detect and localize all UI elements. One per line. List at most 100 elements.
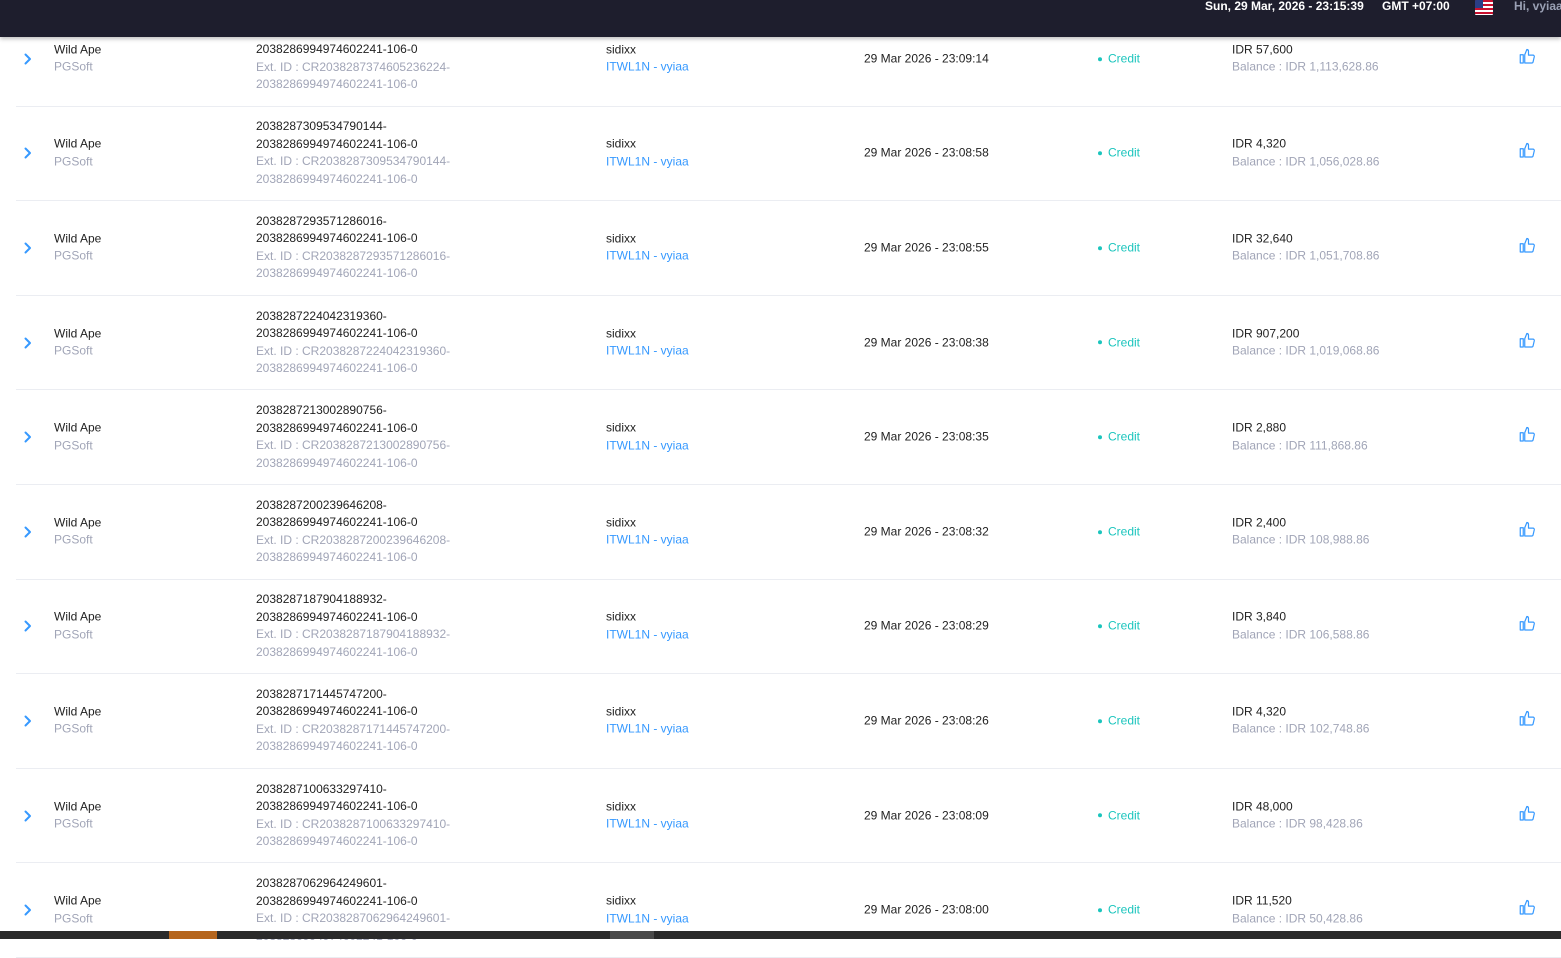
amount-cell: IDR 48,000 Balance : IDR 98,428.86: [1232, 798, 1363, 833]
balance: Balance : IDR 1,056,028.86: [1232, 154, 1380, 169]
user-cell: sidixx ITWL1N - vyiaa: [606, 325, 689, 360]
transaction-type: Credit: [1108, 240, 1141, 255]
chevron-right-icon[interactable]: [23, 241, 33, 255]
transaction-id-cell: 2038287200239646208- 2038286994974602241-…: [256, 497, 576, 567]
transaction-id-line2: 2038286994974602241-106-0: [256, 799, 418, 814]
agent-link[interactable]: ITWL1N - vyiaa: [606, 910, 689, 928]
status-dot: [1098, 151, 1102, 156]
transaction-type: Credit: [1108, 807, 1141, 822]
amount: IDR 4,320: [1232, 136, 1287, 151]
chevron-right-icon[interactable]: [23, 336, 33, 350]
external-id-line1: Ext. ID : CR2038287200239646208-: [256, 532, 451, 547]
external-id-line2: 2038286994974602241-106-0: [256, 644, 418, 659]
transaction-id-line1: 2038287309534790144-: [256, 119, 387, 134]
game-cell: Wild Ape PGSoft: [54, 325, 101, 360]
amount: IDR 2,880: [1232, 420, 1287, 435]
agent-link[interactable]: ITWL1N - vyiaa: [606, 248, 689, 266]
transaction-type-cell: Credit: [1098, 428, 1140, 446]
balance: Balance : IDR 1,113,628.86: [1232, 59, 1379, 74]
transaction-type: Credit: [1108, 334, 1141, 349]
provider-name: PGSoft: [54, 816, 93, 831]
agent-link[interactable]: ITWL1N - vyiaa: [606, 532, 689, 550]
chevron-right-icon[interactable]: [23, 714, 33, 728]
chevron-right-icon[interactable]: [23, 809, 33, 823]
user-cell: sidixx ITWL1N - vyiaa: [606, 798, 689, 833]
current-datetime: Sun, 29 Mar, 2026 - 23:15:39: [1205, 0, 1364, 13]
agent-link[interactable]: ITWL1N - vyiaa: [606, 721, 689, 739]
table-row: Wild Ape PGSoft 2038287200239646208- 203828…: [16, 485, 1561, 580]
username: sidixx: [606, 326, 637, 341]
transaction-id-line2: 2038286994974602241-106-0: [256, 420, 418, 435]
status-dot: [1098, 624, 1102, 629]
balance: Balance : IDR 98,428.86: [1232, 816, 1363, 831]
transaction-type-cell: Credit: [1098, 145, 1140, 163]
provider-name: PGSoft: [54, 532, 93, 547]
chevron-right-icon[interactable]: [23, 146, 33, 160]
status-dot: [1098, 435, 1102, 440]
transaction-time: 29 Mar 2026 - 23:08:55: [864, 240, 989, 255]
game-name: Wild Ape: [54, 893, 102, 908]
transaction-id-line1: 2038287062964249601-: [256, 876, 387, 891]
agent-link[interactable]: ITWL1N - vyiaa: [606, 626, 689, 644]
transaction-id-line2: 2038286994974602241-106-0: [256, 704, 418, 719]
game-name: Wild Ape: [54, 42, 102, 57]
provider-name: PGSoft: [54, 154, 93, 169]
user-greeting[interactable]: Hi, vyiaa: [1514, 0, 1561, 13]
agent-link[interactable]: ITWL1N - vyiaa: [606, 437, 689, 455]
transaction-id-cell: 2038287293571286016- 2038286994974602241-…: [256, 213, 576, 283]
amount-cell: IDR 2,880 Balance : IDR 111,868.86: [1232, 420, 1368, 455]
game-name: Wild Ape: [54, 799, 102, 814]
thumbs-up-icon[interactable]: [1518, 520, 1536, 544]
transaction-time: 29 Mar 2026 - 23:08:32: [864, 524, 989, 539]
scrollbar-thumb[interactable]: [610, 931, 654, 939]
amount: IDR 2,400: [1232, 515, 1287, 530]
thumbs-up-icon[interactable]: [1518, 142, 1536, 166]
balance: Balance : IDR 1,019,068.86: [1232, 343, 1380, 358]
agent-link[interactable]: ITWL1N - vyiaa: [606, 153, 689, 171]
agent-link[interactable]: ITWL1N - vyiaa: [606, 816, 689, 834]
amount-cell: IDR 4,320 Balance : IDR 1,056,028.86: [1232, 136, 1379, 171]
chevron-right-icon[interactable]: [23, 52, 33, 66]
transaction-type: Credit: [1108, 51, 1141, 66]
transaction-time: 29 Mar 2026 - 23:08:09: [864, 807, 989, 822]
thumbs-up-icon[interactable]: [1518, 331, 1536, 355]
thumbs-up-icon[interactable]: [1518, 615, 1536, 639]
transaction-time: 29 Mar 2026 - 23:09:14: [864, 51, 989, 66]
thumbs-up-icon[interactable]: [1518, 804, 1536, 828]
amount: IDR 4,320: [1232, 704, 1287, 719]
balance: Balance : IDR 50,428.86: [1232, 911, 1363, 926]
table-row: Wild Ape PGSoft 2038287293571286016- 203828…: [16, 201, 1561, 296]
thumbs-up-icon[interactable]: [1518, 709, 1536, 733]
transaction-type-cell: Credit: [1098, 50, 1140, 68]
status-dot: [1098, 246, 1102, 251]
chevron-right-icon[interactable]: [23, 903, 33, 917]
external-id-line1: Ext. ID : CR2038287293571286016-: [256, 248, 451, 263]
thumbs-up-icon[interactable]: [1518, 236, 1536, 260]
external-id-line1: Ext. ID : CR2038287171445747200-: [256, 721, 451, 736]
amount-cell: IDR 907,200 Balance : IDR 1,019,068.86: [1232, 325, 1379, 360]
agent-link[interactable]: ITWL1N - vyiaa: [606, 59, 689, 77]
horizontal-scrollbar[interactable]: [0, 931, 1561, 939]
table-row: Wild Ape PGSoft 2038287062964249601- 203828…: [16, 863, 1561, 958]
external-id-line2: 2038286994974602241-106-0: [256, 834, 418, 849]
chevron-right-icon[interactable]: [23, 430, 33, 444]
chevron-right-icon[interactable]: [23, 525, 33, 539]
thumbs-up-icon[interactable]: [1518, 47, 1536, 71]
user-cell: sidixx ITWL1N - vyiaa: [606, 609, 689, 644]
agent-link[interactable]: ITWL1N - vyiaa: [606, 343, 689, 361]
amount-cell: IDR 4,320 Balance : IDR 102,748.86: [1232, 703, 1369, 738]
thumbs-up-icon[interactable]: [1518, 425, 1536, 449]
amount: IDR 907,200: [1232, 326, 1300, 341]
transaction-id-line2: 2038286994974602241-106-0: [256, 231, 418, 246]
chevron-right-icon[interactable]: [23, 619, 33, 633]
balance: Balance : IDR 111,868.86: [1232, 438, 1368, 453]
transaction-time: 29 Mar 2026 - 23:08:00: [864, 902, 989, 917]
thumbs-up-icon[interactable]: [1518, 898, 1536, 922]
transaction-id-cell: 2038287224042319360- 2038286994974602241-…: [256, 308, 576, 378]
status-dot: [1098, 56, 1102, 61]
scrollbar-segment: [169, 931, 217, 939]
transaction-type: Credit: [1108, 618, 1141, 633]
amount-cell: IDR 11,520 Balance : IDR 50,428.86: [1232, 893, 1363, 928]
username: sidixx: [606, 609, 637, 624]
us-flag-icon[interactable]: [1475, 0, 1493, 15]
